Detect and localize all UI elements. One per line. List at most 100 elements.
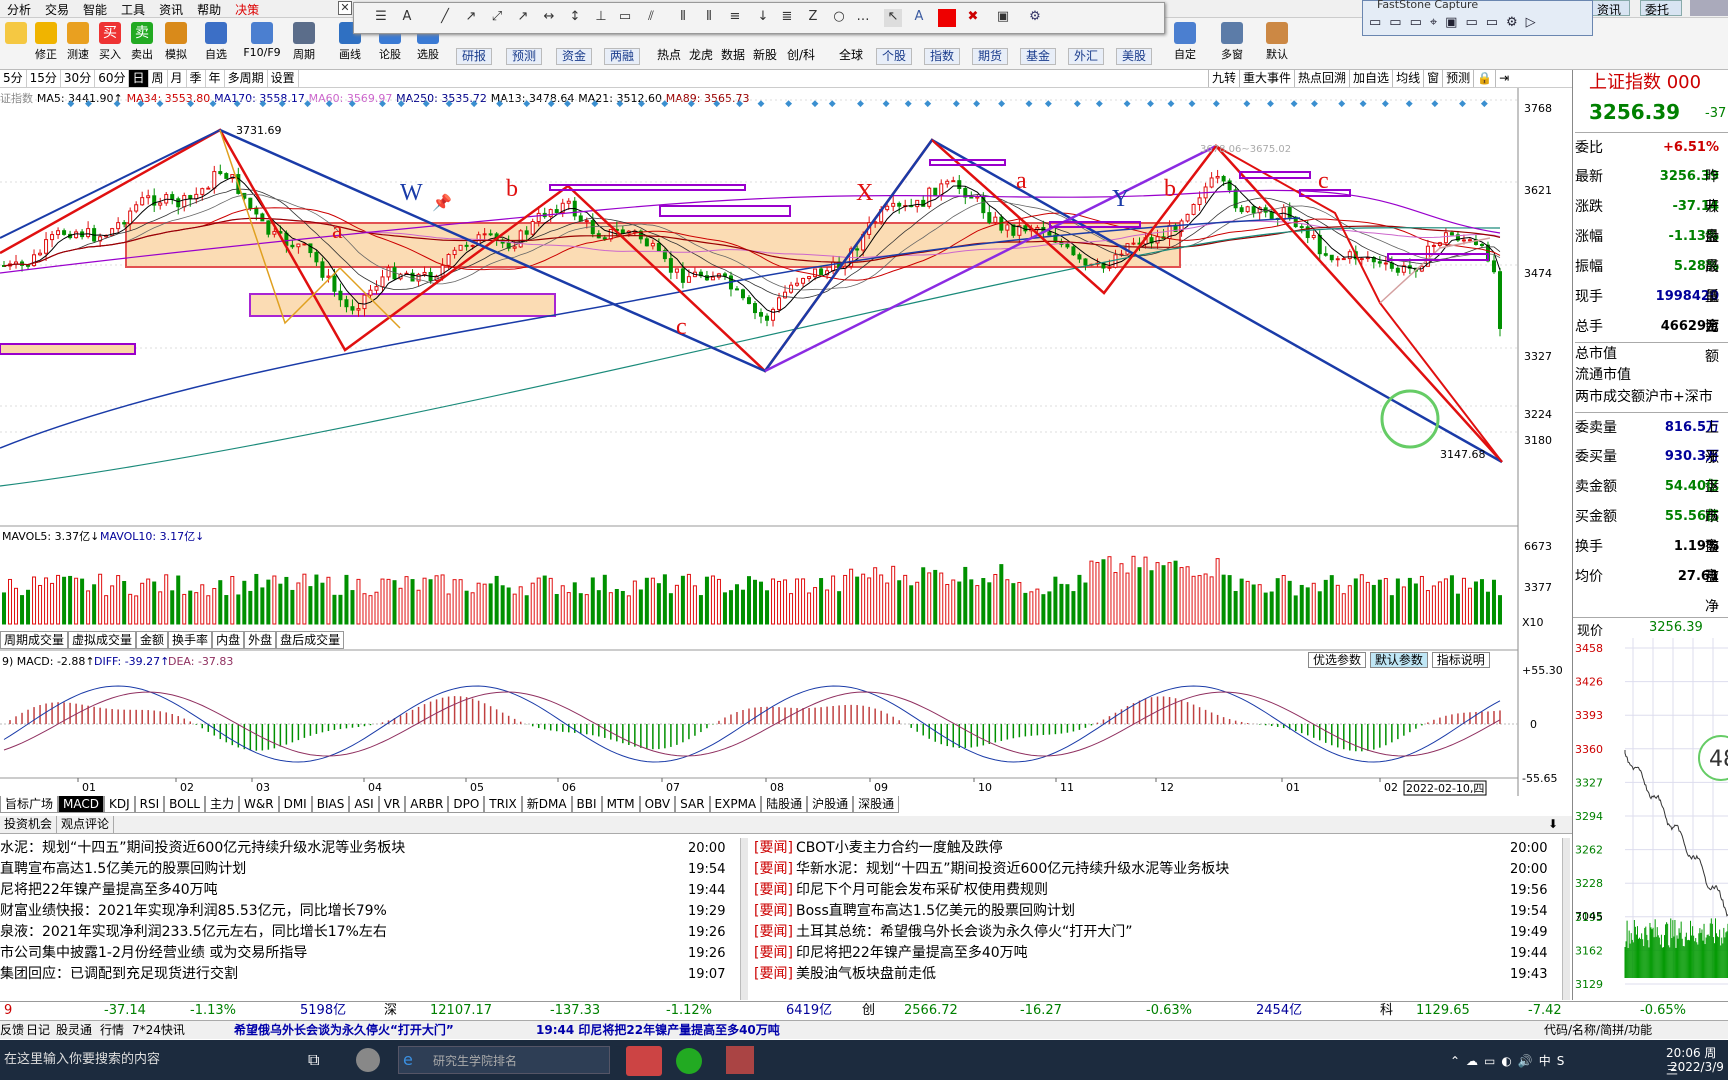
menu-decision[interactable]: 决策: [228, 0, 266, 19]
arrow-line-icon[interactable]: ⤢: [488, 9, 506, 27]
tab-invest-opportunity[interactable]: 投资机会: [0, 816, 58, 833]
optimal-params-button[interactable]: 优选参数: [1308, 652, 1367, 668]
indicator-help-button[interactable]: 指标说明: [1431, 652, 1490, 668]
news-item[interactable]: 印尼下个月可能会发布采矿权使用费规则: [796, 880, 1496, 901]
rect-tool-icon[interactable]: ▭: [616, 9, 634, 27]
news-item[interactable]: 市公司集中披露1-2月份经营业绩 或为交易所指导: [0, 943, 680, 964]
custom-button[interactable]: 自定: [1168, 18, 1202, 68]
news-item[interactable]: 水泥：规划“十四五”期间投资近600亿元持续升级水泥等业务板块: [0, 838, 680, 859]
indicator-tab-20[interactable]: 陆股通: [761, 796, 808, 813]
simulate-button[interactable]: 模拟: [160, 18, 192, 68]
star-market-button[interactable]: 创/科: [782, 48, 820, 65]
menu-trade[interactable]: 交易: [38, 0, 76, 19]
indicator-tab-18[interactable]: SAR: [675, 796, 710, 813]
news-item[interactable]: 财富业绩快报：2021年实现净利润85.53亿元，同比增长79%: [0, 901, 680, 922]
global-button[interactable]: 全球: [834, 48, 868, 65]
period-month[interactable]: 月: [168, 70, 187, 87]
sell-button[interactable]: 卖卖出: [126, 18, 158, 68]
chrome-icon[interactable]: [676, 1048, 702, 1074]
tab-nine-turn[interactable]: 九转: [1208, 70, 1239, 87]
period-5min[interactable]: 5分: [0, 70, 27, 87]
indicator-tab-10[interactable]: VR: [378, 796, 406, 813]
period-multi[interactable]: 多周期: [225, 70, 268, 87]
indicator-tab-8[interactable]: BIAS: [311, 796, 350, 813]
tab-outer[interactable]: 外盘: [244, 631, 277, 649]
segment-tool-icon[interactable]: ↗: [514, 9, 532, 27]
indicator-tab-21[interactable]: 沪股通: [807, 796, 854, 813]
text-tool-icon[interactable]: A: [398, 9, 416, 27]
font-icon[interactable]: A: [910, 9, 928, 27]
tab-add-watch[interactable]: 加自选: [1349, 70, 1392, 87]
horizontal-line-icon[interactable]: ↔: [540, 9, 558, 27]
indicator-tab-5[interactable]: 主力: [205, 796, 240, 813]
news-item[interactable]: 尼将把22年镍产量提高至多40万吨: [0, 880, 680, 901]
download-icon[interactable]: ⬇: [1544, 816, 1562, 833]
watchlist-button[interactable]: 自选: [200, 18, 232, 68]
dragon-tiger-button[interactable]: 龙虎: [684, 48, 718, 65]
scrollbar[interactable]: [740, 838, 748, 1000]
period-quarter[interactable]: 季: [187, 70, 206, 87]
tab-amount[interactable]: 金额: [136, 631, 169, 649]
news-item[interactable]: 集团回应：已调配到充足现货进行交割: [0, 964, 680, 985]
indicator-tab-0[interactable]: 旨标广场: [0, 796, 59, 813]
status-diary[interactable]: 日记: [26, 1021, 50, 1039]
default-button[interactable]: 默认: [1258, 18, 1296, 68]
period-year[interactable]: 年: [206, 70, 225, 87]
hide-icon[interactable]: ▣: [994, 9, 1012, 27]
forex-button[interactable]: 外汇: [1068, 48, 1105, 65]
expand-icon[interactable]: ⇥: [1495, 70, 1512, 87]
period-settings[interactable]: 设置: [268, 70, 299, 87]
taskbar-search[interactable]: 在这里输入你要搜索的内容: [0, 1046, 290, 1074]
close-icon[interactable]: ✕: [338, 1, 352, 15]
single-stock-button[interactable]: 个股: [876, 48, 913, 65]
period-day[interactable]: 日: [129, 70, 149, 87]
fund-button[interactable]: 基金: [1020, 48, 1057, 65]
tray-icons[interactable]: ⌃☁▭◐🔊中S: [1450, 1052, 1570, 1069]
indicator-tab-22[interactable]: 深股通: [853, 796, 900, 813]
color-swatch[interactable]: [938, 9, 956, 27]
ticker-2[interactable]: 19:44 印尼将把22年镍产量提高至多40万吨: [536, 1021, 780, 1039]
bars-tool-icon[interactable]: ⦀: [674, 9, 692, 27]
tab-virtual-vol[interactable]: 虚拟成交量: [68, 631, 137, 649]
indicator-tab-17[interactable]: OBV: [639, 796, 676, 813]
indicator-tab-1[interactable]: MACD: [58, 796, 104, 813]
code-search-hint[interactable]: 代码/名称/简拼/功能: [1544, 1021, 1652, 1039]
correct-button[interactable]: 修正: [30, 18, 62, 68]
tab-opinion[interactable]: 观点评论: [57, 816, 115, 833]
task-view-icon[interactable]: ⧉: [308, 1050, 319, 1070]
indicator-tab-11[interactable]: ARBR: [405, 796, 449, 813]
capture-tools[interactable]: ▭▭▭⌖▣▭▭⚙▷: [1369, 15, 1589, 33]
gear-icon[interactable]: ⚙: [1026, 9, 1044, 27]
buy-button[interactable]: 买买入: [94, 18, 126, 68]
kline-chart[interactable]: ◆ ◆ ◆ ◆ ◆ ◆ ◆ ◆ ◆ ◆ ◆ ◆ ◆ ◆ ◆ ◆ ◆ ◆ ◆ ◆ ◆ ◆ ◆ ◆ ◆ ◆ ◆ ◆ ◆ ◆ ◆ ◆ ◆ ◆ ◆ ◆ ◆ ◆ ◆ ◆…: [0, 88, 1572, 796]
indicator-tab-4[interactable]: BOLL: [164, 796, 205, 813]
status-feedback[interactable]: 反馈: [0, 1021, 24, 1039]
settings-lines-icon[interactable]: ☰: [372, 9, 390, 27]
delete-icon[interactable]: ✖: [964, 9, 982, 27]
news-item[interactable]: 泉液：2021年实现净利润233.5亿元左右，同比增长17%左右: [0, 922, 680, 943]
line-tool-icon[interactable]: ╱: [436, 9, 454, 27]
scrollbar[interactable]: [1562, 838, 1570, 1000]
tab-after-hours[interactable]: 盘后成交量: [276, 631, 345, 649]
news-item[interactable]: CBOT小麦主力合约一度触及跌停: [796, 838, 1496, 859]
menu-smart[interactable]: 智能: [76, 0, 114, 19]
tab-turnover[interactable]: 换手率: [168, 631, 213, 649]
default-params-button[interactable]: 默认参数: [1369, 652, 1428, 668]
period-week[interactable]: 周: [149, 70, 168, 87]
back-button[interactable]: [0, 18, 32, 68]
news-item[interactable]: 土耳其总统：希望俄乌外长会谈为永久停火“打开大门”: [796, 922, 1496, 943]
stock-app-icon[interactable]: [626, 1046, 662, 1076]
ellipse-tool-icon[interactable]: ○: [830, 9, 848, 27]
us-stock-button[interactable]: 美股: [1116, 48, 1153, 65]
tab-ma[interactable]: 均线: [1392, 70, 1423, 87]
f10-button[interactable]: F10/F9: [240, 18, 284, 68]
ipo-button[interactable]: 新股: [748, 48, 782, 65]
vertical-line-icon[interactable]: ↕: [566, 9, 584, 27]
capture-app-icon[interactable]: [726, 1046, 754, 1074]
period-60min[interactable]: 60分: [95, 70, 130, 87]
period-15min[interactable]: 15分: [27, 70, 61, 87]
tab-predict[interactable]: 预测: [1442, 70, 1473, 87]
news-item[interactable]: 美股油气板块盘前走低: [796, 964, 1496, 985]
news-item[interactable]: 直聘宣布高达1.5亿美元的股票回购计划: [0, 859, 680, 880]
indicator-tab-15[interactable]: BBI: [571, 796, 602, 813]
